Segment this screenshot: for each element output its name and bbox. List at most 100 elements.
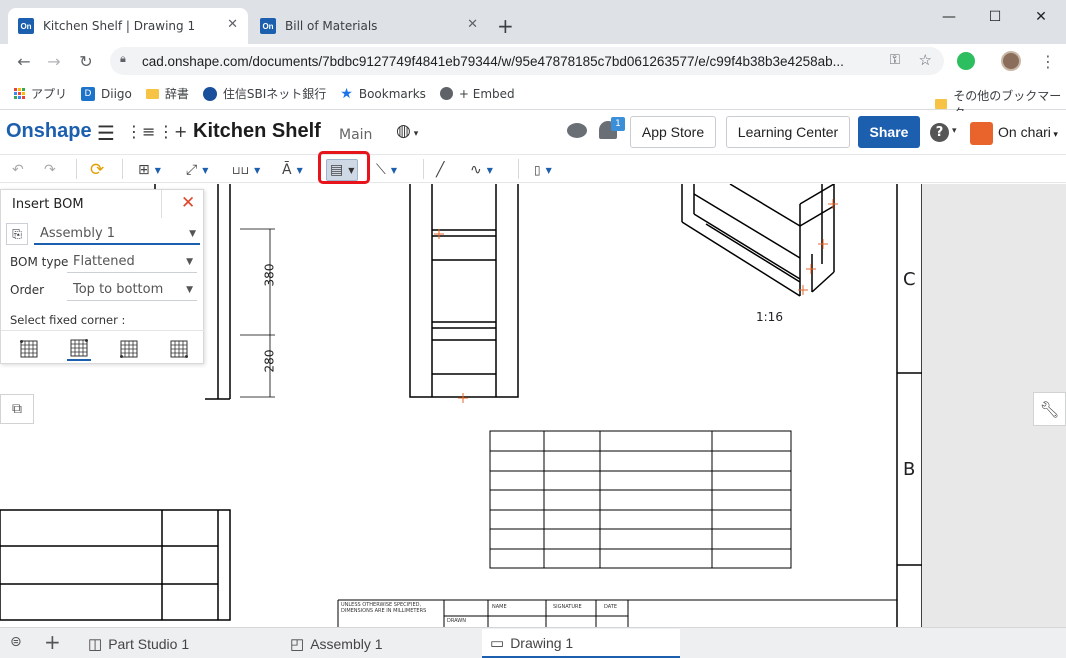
bookmark-apps[interactable]: アプリ [14,85,67,102]
folder-icon [935,99,948,109]
feature-list-icon[interactable]: ⋮≡ [126,122,155,141]
reload-icon[interactable]: ↻ [76,51,96,71]
tab-assembly[interactable]: ◰ Assembly 1 [282,629,478,658]
wrench-icon[interactable]: 🔧︎ [1033,392,1066,426]
bookmark-dictionary[interactable]: 辞書 [145,85,189,102]
maximize-button[interactable]: ☐ [972,6,1018,28]
minimize-button[interactable]: — [926,6,972,28]
close-tab-icon[interactable]: ✕ [467,17,478,32]
assembly-icon: ◰ [290,635,305,653]
user-menu[interactable]: On chari ▾ [998,124,1058,140]
key-icon[interactable]: ⚿ [890,52,900,68]
centerline-tool[interactable]: ⟍ ▼ [376,159,397,181]
user-avatar[interactable] [970,122,993,145]
assembly-select[interactable]: Assembly 1 ▼ [34,223,200,245]
url-field[interactable]: 🔒︎ cad.onshape.com/documents/7bdbc912774… [110,47,944,75]
tab-label: Part Studio 1 [108,635,190,652]
onshape-logo[interactable]: Onshape [6,120,92,143]
help-icon[interactable]: ? [930,123,949,142]
toolbar-separator [122,159,123,179]
globe-icon[interactable]: ◍ ▾ [396,121,418,141]
corner-top-right-button[interactable] [67,337,91,361]
insert-view-tool[interactable]: ⊞ ▼ [138,159,161,181]
drawing-icon: ▭ [490,634,505,652]
folder-icon [145,88,159,99]
dimension-icon: ⤢ [186,162,198,178]
more-menu-icon[interactable]: ⋮ [1040,52,1056,71]
workspace-name[interactable]: Main [339,127,372,143]
note-icon: Ā [282,162,292,178]
spline-tool[interactable]: ∿ ▼ [470,159,493,181]
order-value: Top to bottom [73,282,164,297]
bom-type-value: Flattened [73,254,135,269]
annotation-tool[interactable]: Ā ▼ [282,159,303,181]
bookmark-diigo[interactable]: D Diigo [81,86,132,101]
insert-icon[interactable]: ⋮+ [158,122,187,141]
browser-tab-drawing[interactable]: On Kitchen Shelf | Drawing 1 ✕ [8,8,248,44]
document-title[interactable]: Kitchen Shelf [193,120,321,143]
view-icon: ⊞ [138,162,150,178]
dimension-tool[interactable]: ⤢ ▼ [186,159,208,181]
line-icon[interactable]: ╱ [436,159,444,181]
dimension-label-280[interactable]: 280 [262,350,276,373]
sheets-panel-icon[interactable]: ⧉ [0,394,34,424]
app-header: Onshape ☰ ⋮≡ ⋮+ Kitchen Shelf Main ◍ ▾ 1… [0,111,1066,155]
onshape-favicon-icon: On [260,18,276,34]
assembly-select-icon[interactable]: ⎘ [6,223,28,245]
corner-top-left-button[interactable] [17,337,41,361]
share-button[interactable]: Share [858,116,920,148]
dialog-title: Insert BOM [12,197,84,212]
dimension-label-380[interactable]: 380 [262,264,276,287]
bookmarks-bar: アプリ D Diigo 辞書 住信SBIネット銀行 ★ Bookmarks + … [0,78,1066,120]
bookmark-label: Diigo [101,86,132,101]
undo-icon[interactable]: ↶ [12,159,24,181]
corner-bottom-right-button[interactable] [167,337,191,361]
corner-bottom-left-button[interactable] [117,337,141,361]
bom-type-select[interactable]: Flattened ▼ [67,251,197,273]
learning-center-button[interactable]: Learning Center [726,116,850,148]
back-icon[interactable]: ← [14,51,34,71]
ordinate-icon: ⊔⊔ [232,163,250,177]
browser-tab-bom[interactable]: On Bill of Materials ✕ [250,8,488,44]
globe-icon [439,87,453,100]
help-caret-icon[interactable]: ▾ [952,126,957,136]
close-tab-icon[interactable]: ✕ [227,17,238,32]
forward-icon[interactable]: → [44,51,64,71]
bookmark-bookmarks[interactable]: ★ Bookmarks [340,86,426,102]
profile-avatar[interactable] [1001,51,1021,71]
diigo-icon: D [81,86,96,101]
tab-part-studio[interactable]: ◫ Part Studio 1 [80,629,278,658]
bookmark-embed[interactable]: + Embed [439,87,515,101]
new-tab-button[interactable]: + [497,14,514,38]
ordinate-tool[interactable]: ⊔⊔ ▼ [232,159,260,181]
chevron-down-icon: ▼ [186,285,193,295]
evernote-extension-icon[interactable] [957,52,975,70]
close-window-button[interactable]: ✕ [1018,6,1064,28]
tab-drawing[interactable]: ▭ Drawing 1 [482,629,680,658]
app-store-button[interactable]: App Store [630,116,716,148]
menu-icon[interactable]: ☰ [97,121,115,145]
drawing-toolbar: ↶ ↷ ⟳ ⊞ ▼ ⤢ ▼ ⊔⊔ ▼ Ā ▼ ▤ ▼ ⟍ ▼ ╱ ∿ ▼ ▯ ▼ [0,151,1066,184]
tab-label: Assembly 1 [310,635,383,652]
regenerate-icon[interactable]: ⟳ [90,159,104,181]
bank-icon [202,86,217,101]
address-bar: ← → ↻ 🔒︎ cad.onshape.com/documents/7bdbc… [0,44,1066,78]
user-name: On chari [998,124,1051,140]
insert-bom-button[interactable]: ▤ ▼ [326,159,359,181]
chevron-down-icon: ▼ [186,257,193,267]
apps-grid-icon [14,88,25,99]
notification-badge: 1 [611,117,625,131]
close-icon[interactable]: ✕ [181,193,195,213]
redo-icon[interactable]: ↷ [44,159,56,181]
star-icon[interactable]: ☆ [919,51,932,69]
divider [161,190,162,218]
tab-list-icon[interactable]: ⊜ [10,634,22,650]
export-dxf-tool[interactable]: ▯ ▼ [534,159,552,181]
comments-icon[interactable] [567,123,587,138]
grid-corner-icon [170,340,188,358]
order-select[interactable]: Top to bottom ▼ [67,279,197,301]
bookmark-label: アプリ [31,87,68,101]
chevron-down-icon: ▼ [486,165,493,175]
bookmark-bank[interactable]: 住信SBIネット銀行 [202,85,326,102]
add-element-icon[interactable]: + [44,630,61,654]
